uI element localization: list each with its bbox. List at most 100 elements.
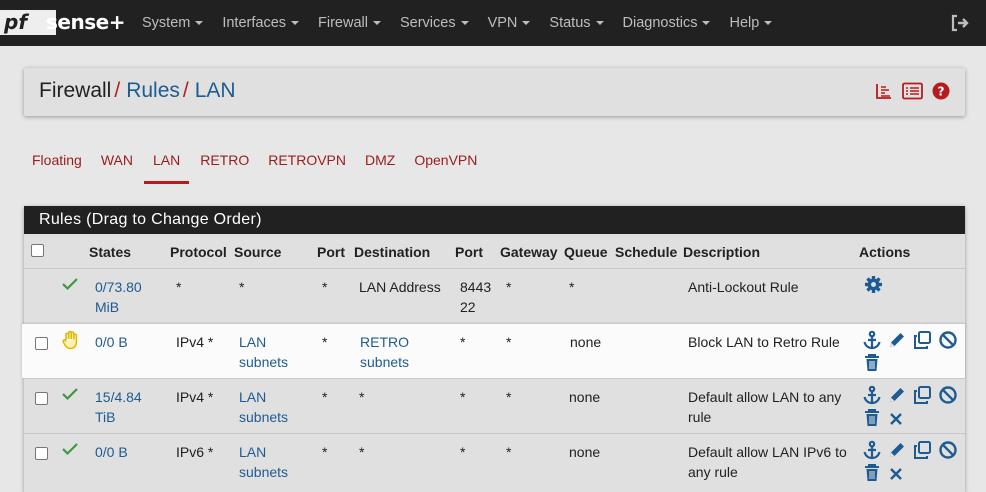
top-navbar: pf sense+ System Interfaces Firewall Ser… [0,0,986,46]
disable-ban-icon[interactable] [938,385,958,408]
destination-cell: * [359,389,365,405]
menu-diagnostics[interactable]: Diagnostics [623,15,711,31]
states-link[interactable]: 15/4.84 TiB [95,387,142,427]
tab-dmz[interactable]: DMZ [357,150,403,184]
table-row[interactable]: 0/0 B IPv4 * LAN subnets * RETRO subnets *… [22,323,965,378]
row-actions [862,440,962,486]
destination-cell: LAN Address [359,279,441,295]
gateway-cell: * [506,279,512,295]
dest-port-cell: * [460,334,466,350]
panel-title: Rules (Drag to Change Order) [24,206,965,234]
anchor-icon[interactable] [862,440,882,463]
states-link[interactable]: 0/73.80 MiB [95,277,142,317]
source-link[interactable]: LAN subnets [239,387,288,427]
select-all-checkbox[interactable] [31,244,44,257]
menu-help[interactable]: Help [729,15,773,31]
menu-vpn[interactable]: VPN [488,15,531,31]
gear-icon[interactable] [864,275,883,297]
col-queue: Queue [564,244,608,260]
destination-link[interactable]: RETRO subnets [360,332,409,372]
breadcrumb: Firewall / Rules / LAN [39,79,236,103]
col-source: Source [234,244,282,260]
table-row[interactable]: 0/73.80 MiB * * * LAN Address 8443 22 * * … [24,268,965,323]
clone-icon[interactable] [912,330,932,353]
menu-interfaces[interactable]: Interfaces [222,15,300,31]
rules-panel: Rules (Drag to Change Order) States Prot… [22,206,965,492]
queue-cell: none [570,334,602,350]
tab-wan[interactable]: WAN [93,150,141,184]
sign-out-icon[interactable] [950,13,970,33]
trash-icon[interactable] [862,408,882,431]
caret-down-icon [460,21,469,26]
row-checkbox[interactable] [35,392,48,405]
queue-cell: none [569,444,601,460]
breadcrumb-panel: Firewall / Rules / LAN ? [24,68,965,116]
queue-cell: * [569,279,575,295]
anchor-icon[interactable] [862,330,882,353]
states-link[interactable]: 0/0 B [95,332,128,352]
tab-retro[interactable]: RETRO [192,150,257,184]
pencil-icon[interactable] [888,330,906,353]
protocol-cell: * [176,279,182,295]
source-link[interactable]: LAN subnets [239,442,288,482]
disable-ban-icon[interactable] [938,440,958,463]
help-icon[interactable]: ? [932,82,950,100]
gateway-cell: * [506,444,512,460]
col-dest-port: Port [455,244,483,260]
clone-icon[interactable] [912,440,932,463]
interface-tabs: Floating WAN LAN RETRO RETROVPN DMZ Open… [24,150,488,184]
breadcrumb-rules[interactable]: Rules [126,79,180,102]
states-link[interactable]: 0/0 B [95,442,128,462]
menu-firewall[interactable]: Firewall [318,15,381,31]
chart-icon[interactable] [875,82,893,100]
breadcrumb-separator: / [114,79,121,102]
caret-down-icon [195,21,204,26]
source-port-cell: * [322,444,328,460]
col-description: Description [683,244,761,260]
clone-icon[interactable] [912,385,932,408]
row-checkbox[interactable] [35,447,48,460]
table-row[interactable]: 0/0 B IPv6 * LAN subnets * * * * none Def… [24,433,965,488]
main-menu: System Interfaces Firewall Services VPN … [142,0,791,46]
description-cell: Block LAN to Retro Rule [688,334,840,350]
col-source-port: Port [317,244,345,260]
col-schedule: Schedule [615,244,678,260]
tab-lan[interactable]: LAN [143,150,190,184]
tab-openvpn[interactable]: OpenVPN [406,150,485,184]
protocol-cell: IPv4 * [176,334,214,350]
protocol-cell: IPv4 * [176,389,214,405]
breadcrumb-lan[interactable]: LAN [195,79,236,102]
dest-port-cell: * [460,444,466,460]
list-alt-icon[interactable] [902,82,923,100]
tab-retrovpn[interactable]: RETROVPN [260,150,354,184]
menu-status[interactable]: Status [549,15,604,31]
row-actions [862,275,962,297]
anchor-icon[interactable] [862,385,882,408]
col-protocol: Protocol [170,244,227,260]
col-destination: Destination [354,244,431,260]
disable-ban-icon[interactable] [938,330,958,353]
menu-system[interactable]: System [142,15,204,31]
close-icon[interactable] [888,463,904,486]
trash-icon[interactable] [862,353,882,376]
description-cell: Default allow LAN to any rule [688,389,842,425]
pencil-icon[interactable] [888,385,906,408]
menu-services[interactable]: Services [400,15,469,31]
table-row[interactable]: 15/4.84 TiB IPv4 * LAN subnets * * * * non… [24,378,965,433]
check-icon [62,277,78,294]
caret-down-icon [291,21,300,26]
breadcrumb-firewall: Firewall [39,79,112,102]
destination-cell: * [359,444,365,460]
close-icon[interactable] [888,408,904,431]
col-gateway: Gateway [500,244,558,260]
row-actions [862,385,962,431]
row-checkbox[interactable] [35,337,48,350]
source-link[interactable]: LAN subnets [239,332,288,372]
description-cell: Anti-Lockout Rule [688,279,799,295]
tab-floating[interactable]: Floating [24,150,90,184]
dest-port-cell: 8443 22 [460,279,492,315]
trash-icon[interactable] [862,463,882,486]
caret-down-icon [702,21,711,26]
pencil-icon[interactable] [888,440,906,463]
caret-down-icon [372,21,381,26]
